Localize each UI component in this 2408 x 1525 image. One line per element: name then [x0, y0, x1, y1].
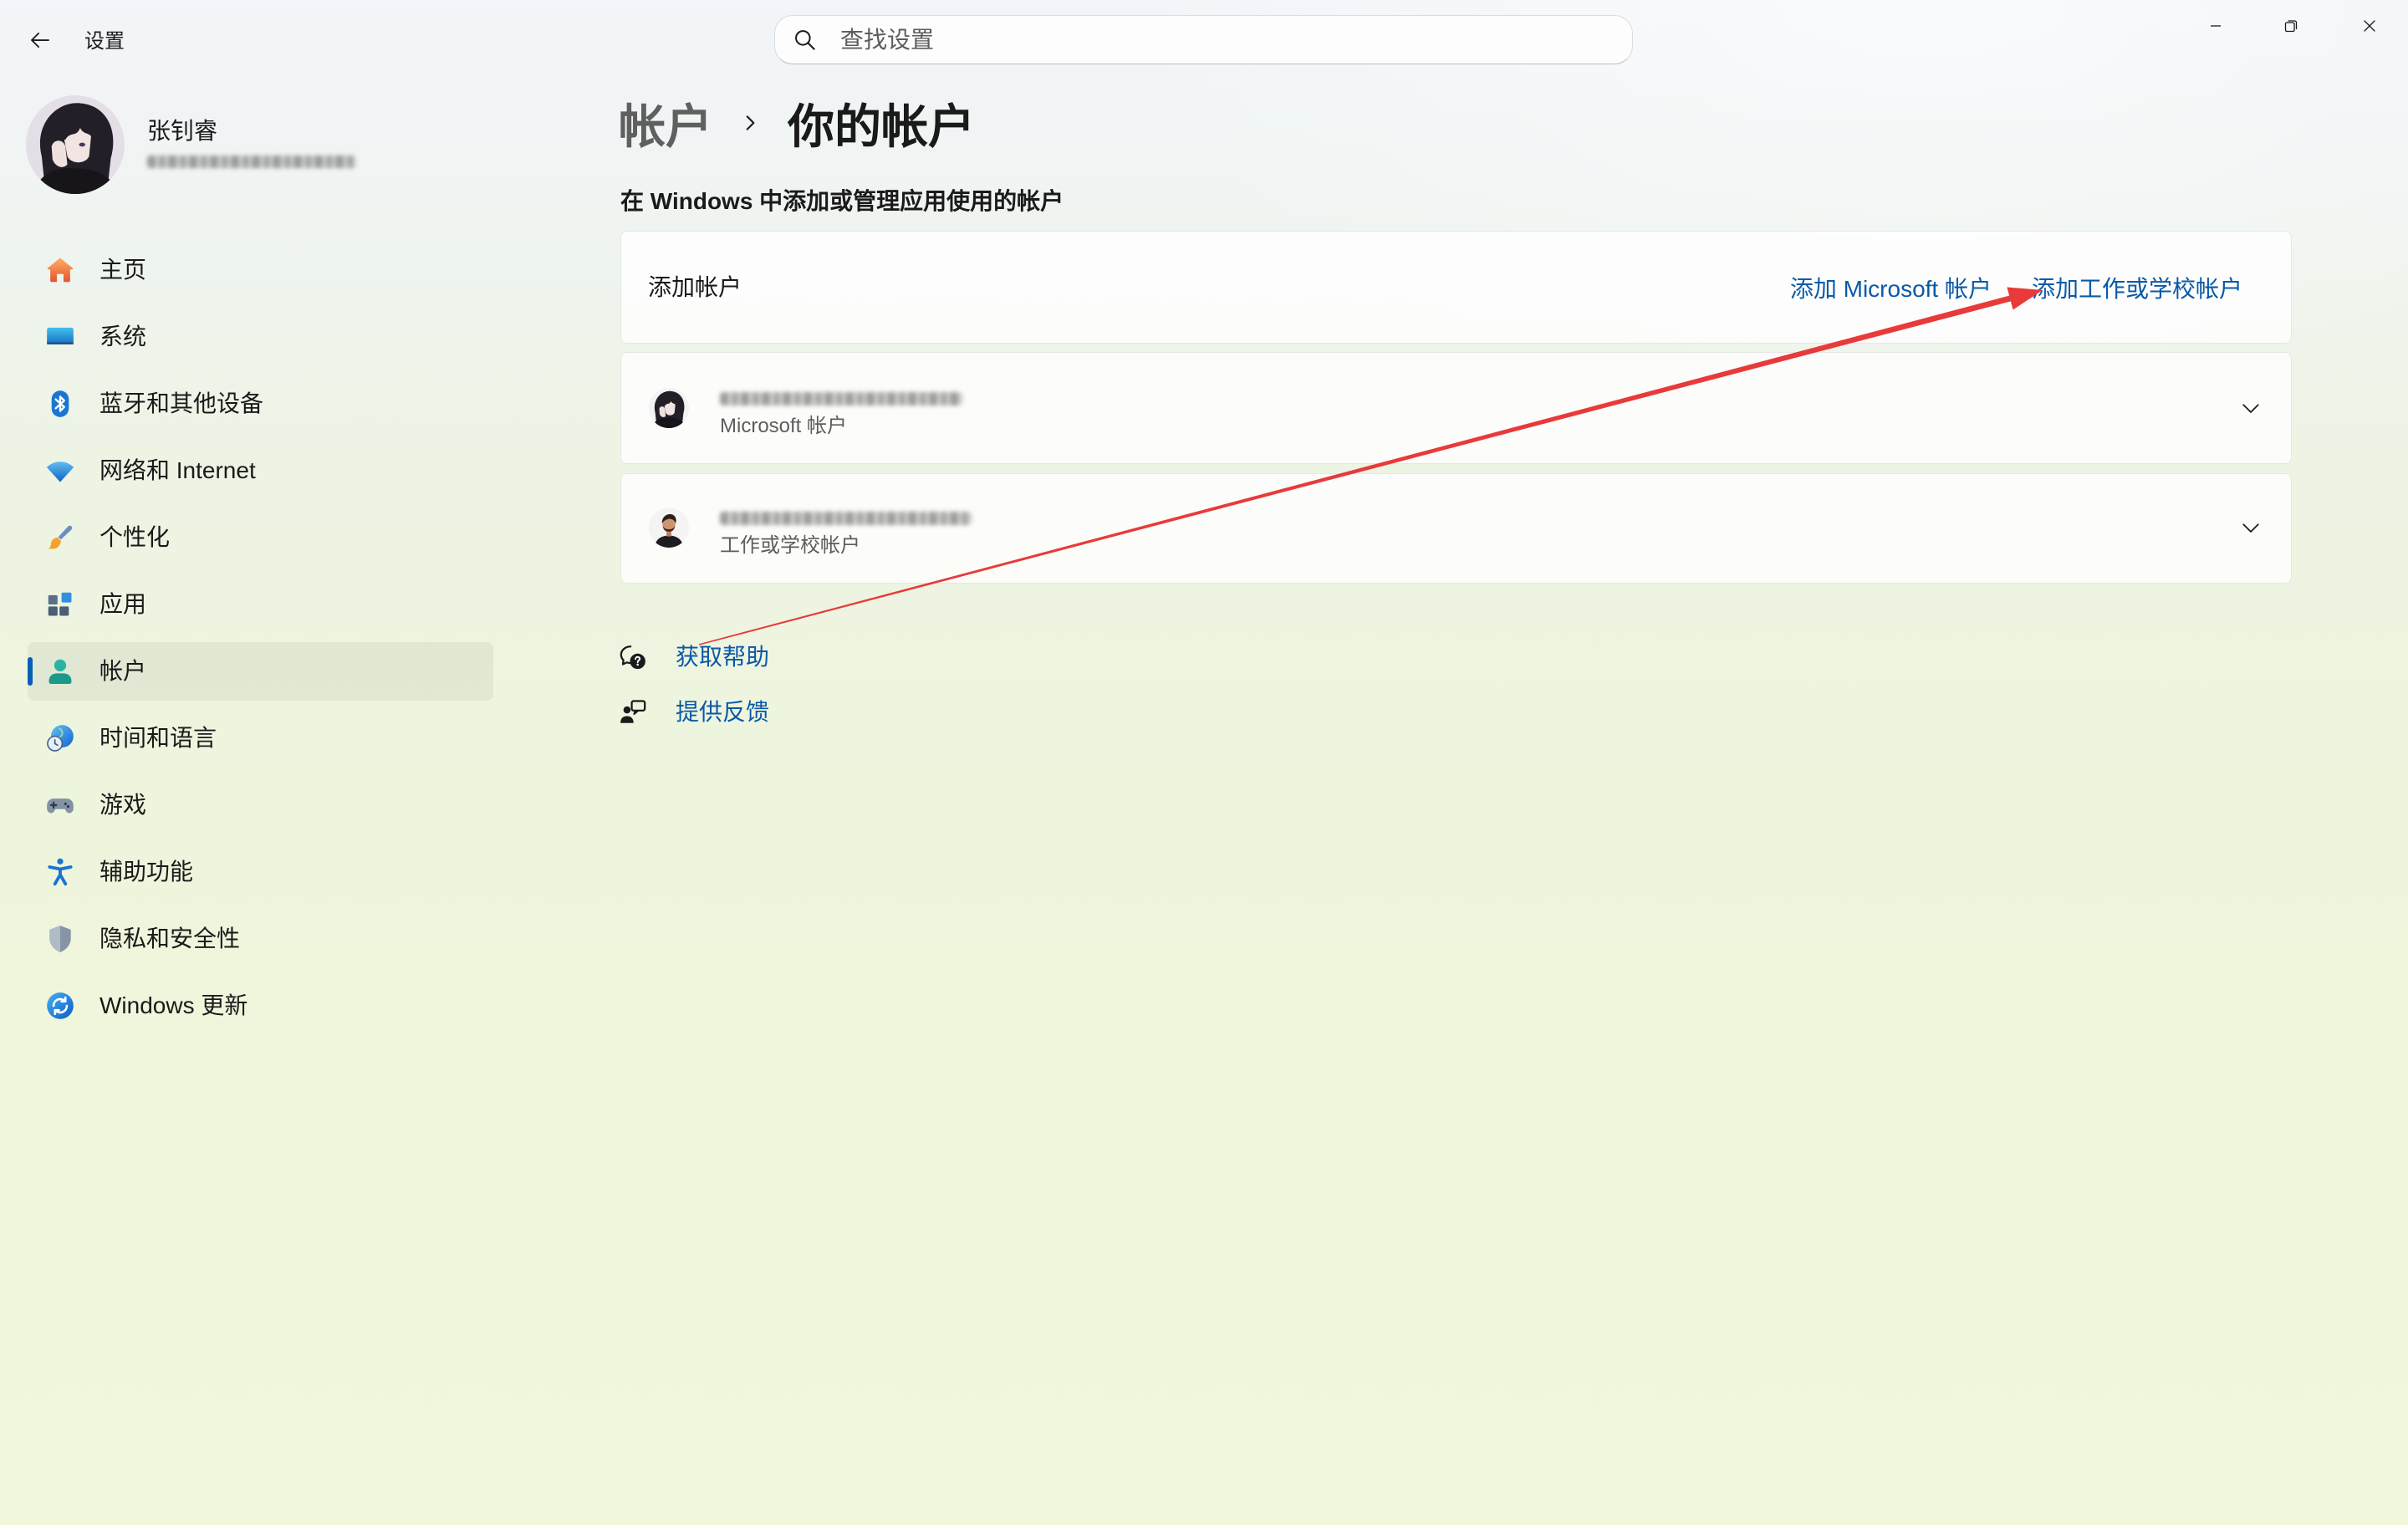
account-avatar [649, 507, 689, 548]
help-chat-icon [619, 643, 647, 671]
breadcrumb: 帐户 你的帐户 [619, 94, 975, 153]
breadcrumb-parent[interactable]: 帐户 [619, 89, 712, 157]
bluetooth-icon [44, 388, 76, 420]
sidebar-item-label: 个性化 [99, 524, 171, 550]
add-account-card: 添加帐户 添加 Microsoft 帐户 添加工作或学校帐户 [620, 231, 2292, 344]
sidebar-item-privacy[interactable]: 隐私和安全性 [28, 910, 493, 968]
get-help-label: 获取帮助 [676, 644, 770, 670]
back-arrow-icon [31, 32, 49, 48]
gamepad-icon [44, 789, 76, 821]
update-icon [44, 990, 76, 1022]
redacted-email [720, 512, 972, 525]
sidebar-nav: 主页 系统 蓝牙和其他设备 网络和 Internet 个性化 应用 帐户 时间和… [28, 241, 493, 1043]
sidebar-item-accounts[interactable]: 帐户 [28, 642, 493, 701]
sidebar-item-gaming[interactable]: 游戏 [28, 776, 493, 834]
sidebar-item-personalization[interactable]: 个性化 [28, 508, 493, 567]
sidebar-item-label: 帐户 [99, 658, 147, 684]
add-account-label: 添加帐户 [648, 274, 742, 300]
sidebar-item-label: Windows 更新 [99, 992, 248, 1018]
redacted-email [147, 156, 356, 168]
sidebar-item-label: 时间和语言 [99, 725, 217, 751]
sidebar-item-label: 隐私和安全性 [99, 926, 241, 951]
account-avatar [649, 388, 689, 428]
sidebar-item-label: 网络和 Internet [99, 457, 256, 483]
sidebar-item-system[interactable]: 系统 [28, 308, 493, 366]
wifi-icon [44, 455, 76, 487]
search-input[interactable] [840, 16, 1593, 64]
home-icon [44, 254, 76, 286]
sidebar-item-home[interactable]: 主页 [28, 241, 493, 299]
get-help-link[interactable]: 获取帮助 [619, 640, 836, 674]
minimize-icon [2211, 25, 2221, 27]
page-title: 你的帐户 [788, 99, 975, 153]
add-account-links: 添加 Microsoft 帐户 添加工作或学校帐户 [1790, 232, 2242, 343]
section-description: 在 Windows 中添加或管理应用使用的帐户 [620, 188, 1064, 214]
selection-indicator [28, 657, 33, 686]
close-button[interactable] [2331, 0, 2408, 52]
add-microsoft-account-link[interactable]: 添加 Microsoft 帐户 [1790, 271, 1992, 304]
globe-clock-icon [44, 722, 76, 754]
sidebar-item-time-language[interactable]: 时间和语言 [28, 709, 493, 768]
restore-button[interactable] [2252, 0, 2329, 52]
user-avatar[interactable] [26, 95, 125, 194]
chevron-down-icon [2238, 395, 2263, 421]
sidebar-item-windows-update[interactable]: Windows 更新 [28, 977, 493, 1035]
breadcrumb-chevron-icon [739, 112, 761, 134]
redacted-email [720, 392, 962, 405]
account-row-work-school[interactable]: 工作或学校帐户 [620, 473, 2292, 584]
person-icon [44, 655, 76, 687]
sidebar-item-network[interactable]: 网络和 Internet [28, 441, 493, 500]
app-title: 设置 [84, 30, 125, 53]
back-button[interactable] [23, 23, 57, 57]
system-icon [44, 321, 76, 353]
sidebar-item-label: 辅助功能 [99, 859, 194, 885]
sidebar-item-label: 应用 [99, 591, 147, 617]
give-feedback-link[interactable]: 提供反馈 [619, 696, 836, 729]
sidebar-item-label: 蓝牙和其他设备 [99, 390, 264, 416]
search-icon [792, 27, 819, 54]
feedback-icon [619, 698, 647, 727]
minimize-button[interactable] [2177, 0, 2254, 52]
search-box[interactable] [774, 15, 1633, 64]
account-row-microsoft[interactable]: Microsoft 帐户 [620, 352, 2292, 464]
add-work-school-account-link[interactable]: 添加工作或学校帐户 [2032, 271, 2242, 304]
brush-icon [44, 522, 76, 553]
sidebar-item-label: 系统 [99, 324, 147, 349]
sidebar-item-accessibility[interactable]: 辅助功能 [28, 843, 493, 901]
shield-icon [44, 923, 76, 955]
accessibility-icon [44, 856, 76, 888]
sidebar-item-label: 游戏 [99, 792, 147, 818]
user-name: 张钊睿 [147, 118, 218, 144]
restore-icon [2284, 20, 2298, 33]
apps-icon [44, 589, 76, 620]
give-feedback-label: 提供反馈 [676, 699, 770, 725]
close-icon [2364, 20, 2375, 32]
account-type: Microsoft 帐户 [720, 415, 848, 437]
account-type: 工作或学校帐户 [720, 534, 860, 557]
sidebar-item-bluetooth[interactable]: 蓝牙和其他设备 [28, 375, 493, 433]
sidebar-item-apps[interactable]: 应用 [28, 575, 493, 634]
sidebar-item-label: 主页 [99, 257, 147, 283]
chevron-down-icon [2238, 515, 2263, 540]
